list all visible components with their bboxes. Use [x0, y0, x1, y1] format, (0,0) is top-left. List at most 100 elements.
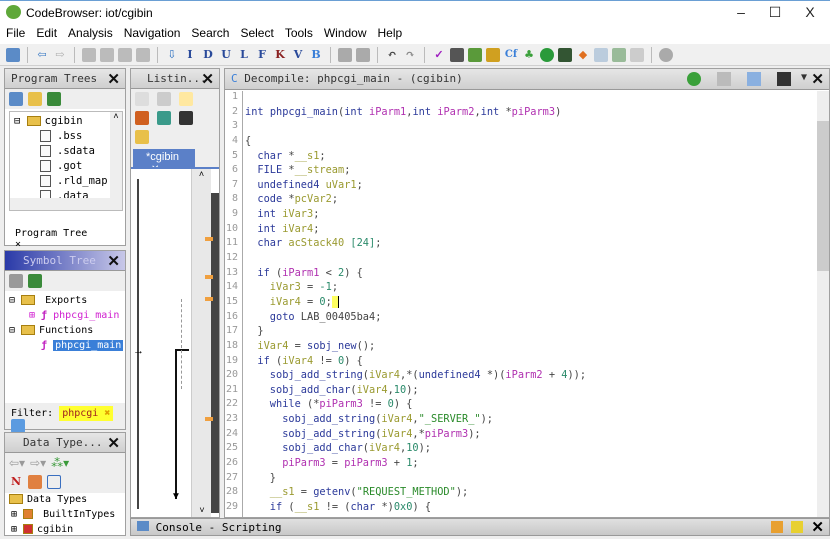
snapshot-icon[interactable] [135, 111, 149, 125]
close-icon[interactable]: ✕ [107, 434, 120, 452]
open-folder-icon[interactable] [28, 92, 42, 106]
cursor-icon[interactable] [179, 92, 193, 106]
script-icon[interactable] [468, 47, 482, 62]
code-line[interactable]: iVar4 = 0; [245, 295, 340, 308]
code-line[interactable]: sobj_add_char(iVar4,10); [245, 384, 419, 396]
toolbar-k-button[interactable]: K [273, 48, 287, 62]
nav-icon[interactable] [100, 47, 114, 62]
code-line[interactable]: char acStack40 [24]; [245, 237, 381, 249]
copy-icon[interactable] [717, 72, 731, 86]
toolbar-l-button[interactable]: L [237, 48, 251, 62]
tree-item[interactable]: .got [14, 160, 122, 175]
overview-bar[interactable] [205, 193, 219, 513]
code-line[interactable]: iVar4 = sobj_new(); [245, 340, 375, 352]
toolbar-v-button[interactable]: V [291, 48, 305, 62]
decompile-icon[interactable]: Cf [504, 48, 518, 62]
code-line[interactable]: if (iParm1 < 2) { [245, 267, 362, 279]
tree-item[interactable]: .rld_map [14, 175, 122, 190]
toolbar-u-button[interactable]: U [219, 48, 233, 62]
tree-item[interactable]: .bss [14, 130, 122, 145]
code-line[interactable]: { [245, 135, 251, 147]
code-line[interactable]: code *pcVar2; [245, 193, 338, 205]
disassemble-icon[interactable] [338, 47, 352, 62]
new-tree-icon[interactable] [9, 92, 23, 106]
horizontal-scrollbar[interactable] [10, 198, 112, 210]
call-graph-icon[interactable]: ♣ [522, 48, 536, 62]
code-line[interactable]: sobj_add_string(iVar4,*piParm3); [245, 428, 480, 440]
check-icon[interactable]: ✓ [432, 48, 446, 62]
menu-window[interactable]: Window [318, 24, 372, 44]
menu-navigation[interactable]: Navigation [118, 24, 186, 44]
menu-file[interactable]: File [0, 24, 30, 44]
undo-icon[interactable]: ↶ [385, 48, 399, 62]
tree-item[interactable]: ⊞ cgibin [9, 524, 125, 539]
symbol-icon[interactable] [9, 274, 23, 288]
dropdown-icon[interactable]: ▼ [801, 72, 807, 83]
datatype-icon[interactable] [486, 47, 500, 62]
down-arrow-icon[interactable]: ⇩ [165, 48, 179, 62]
code-line[interactable]: sobj_add_char(iVar4,10); [245, 442, 431, 454]
code-line[interactable]: undefined4 uVar1; [245, 179, 362, 191]
vertical-scrollbar[interactable]: ˄ [110, 112, 122, 210]
forward-icon[interactable]: ⇨▾ [30, 456, 46, 470]
code-line[interactable]: piParm3 = piParm3 + 1; [245, 457, 418, 469]
listing-view[interactable]: → ▼ ˄ ˅ [131, 167, 219, 517]
code-line[interactable]: goto LAB_00405ba4; [245, 311, 382, 323]
code-line[interactable]: int phpcgi_main(int iParm1,int iParm2,in… [245, 106, 561, 118]
code-line[interactable]: int iVar3; [245, 208, 319, 220]
disassemble-icon[interactable] [356, 47, 370, 62]
terminal-icon[interactable] [558, 47, 572, 62]
code-line[interactable]: sobj_add_string(iVar4,"_SERVER_"); [245, 413, 493, 425]
tab-cgibin[interactable]: *cgibin ✕ [133, 149, 195, 175]
back-icon[interactable]: ⇦ [35, 48, 49, 62]
filter-options-icon[interactable] [11, 419, 25, 433]
maximize-button[interactable]: ☐ [760, 4, 790, 21]
menu-select[interactable]: Select [234, 24, 278, 44]
memory-icon[interactable] [612, 47, 626, 62]
collapse-icon[interactable] [47, 475, 61, 489]
code-line[interactable]: sobj_add_string(iVar4,*(undefined4 *)(iP… [245, 369, 586, 381]
close-icon[interactable]: × [15, 239, 21, 250]
close-icon[interactable]: ✕ [107, 70, 120, 88]
nav-icon[interactable] [136, 47, 150, 62]
filter-input[interactable]: phpcgi ✖ [59, 406, 114, 421]
code-line[interactable]: while (*piParm3 != 0) { [245, 398, 413, 410]
minimize-button[interactable]: – [726, 4, 756, 20]
run-icon[interactable] [540, 47, 554, 62]
clear-filter-icon[interactable]: ✖ [104, 408, 110, 419]
clear-icon[interactable] [791, 521, 803, 533]
nav-icon[interactable] [118, 47, 132, 62]
tree-functions[interactable]: ⊟ Functions [9, 325, 125, 340]
tab-program-tree[interactable]: Program Tree × [7, 224, 93, 250]
toolbar-i-button[interactable]: I [183, 48, 197, 62]
filter-arrays-icon[interactable] [28, 475, 42, 489]
import-icon[interactable] [28, 274, 42, 288]
back-icon[interactable]: ⇦▾ [9, 456, 25, 470]
toolbar-b-button[interactable]: B [309, 48, 323, 62]
bytes-icon[interactable] [450, 47, 464, 62]
field-icon[interactable] [157, 111, 171, 125]
menu-tools[interactable]: Tools [279, 24, 318, 44]
nav-icon[interactable] [82, 47, 96, 62]
menu-search[interactable]: Search [185, 24, 234, 44]
copy-icon[interactable] [135, 92, 149, 106]
code-line[interactable]: } [245, 325, 263, 337]
vertical-scrollbar[interactable]: ˄ ˅ [191, 169, 211, 517]
menu-edit[interactable]: Edit [30, 24, 62, 44]
code-line[interactable]: FILE *__stream; [245, 164, 350, 176]
tree-item[interactable]: ⊞ BuiltInTypes [9, 509, 125, 524]
close-icon[interactable]: ✕ [811, 518, 824, 536]
menu-analysis[interactable]: Analysis [62, 24, 118, 44]
toolbar-f-button[interactable]: F [255, 48, 269, 62]
vertical-scrollbar[interactable] [817, 91, 829, 517]
code-line[interactable]: char *__s1; [245, 150, 325, 162]
paste-icon[interactable] [157, 92, 171, 106]
refresh-icon[interactable] [687, 72, 701, 86]
code-line[interactable]: } [245, 472, 276, 484]
save-icon[interactable] [6, 47, 20, 62]
snapshot-icon[interactable] [777, 72, 791, 86]
import-icon[interactable] [47, 92, 61, 106]
toolbar-d-button[interactable]: D [201, 48, 215, 62]
code-line[interactable]: if (__s1 != (char *)0x0) { [245, 501, 431, 513]
code-line[interactable]: __s1 = getenv("REQUEST_METHOD"); [245, 486, 468, 498]
